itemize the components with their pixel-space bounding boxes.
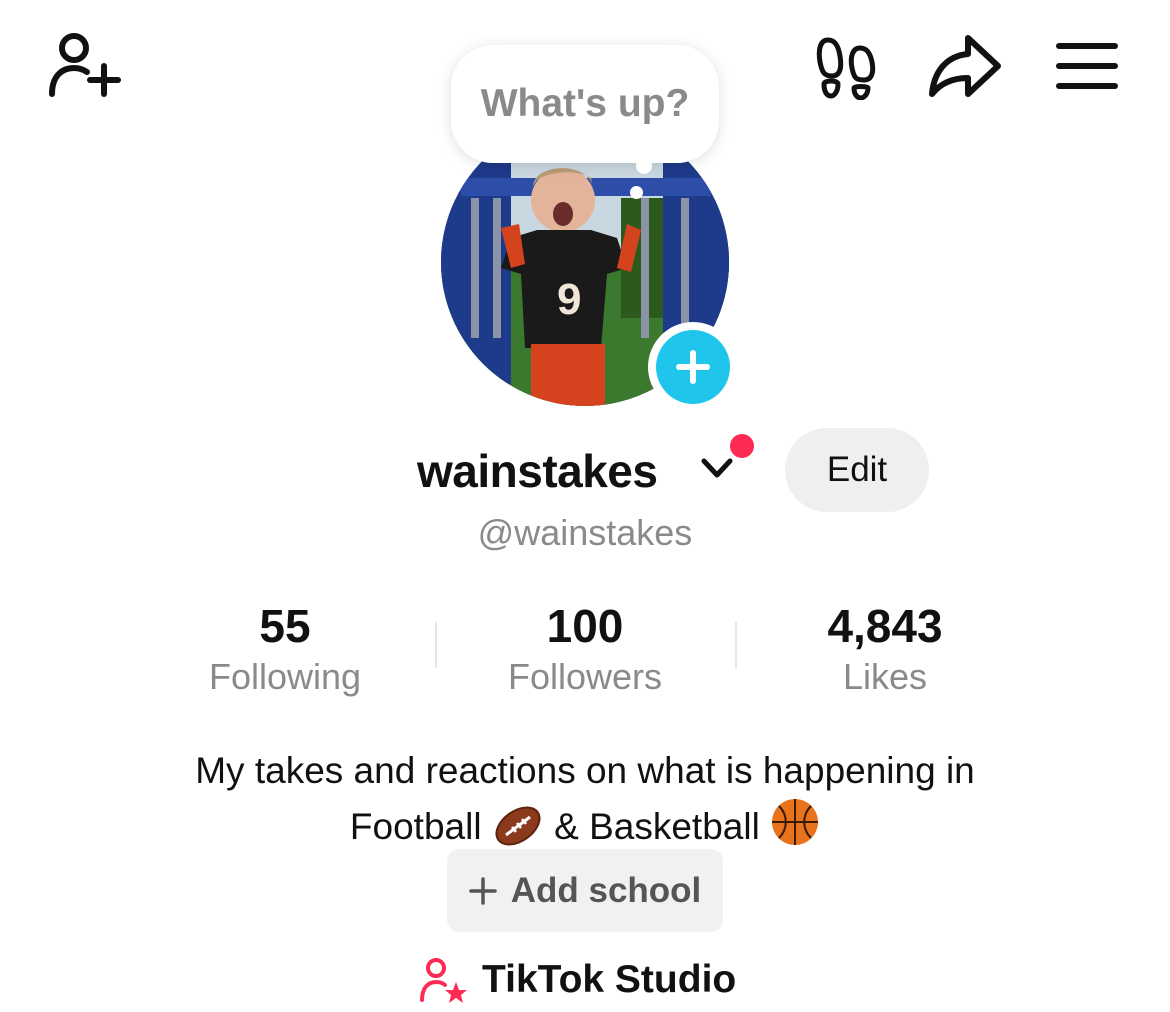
status-bubble-text: What's up? (480, 82, 690, 125)
stat-label: Likes (842, 656, 928, 697)
add-user-icon (49, 33, 121, 97)
basketball-emoji (772, 799, 819, 845)
stat-label: Followers (507, 656, 663, 697)
username[interactable]: wainstakes (417, 438, 658, 504)
menu-button[interactable] (1056, 42, 1118, 90)
profile-bio: My takes and reactions on what is happen… (0, 745, 1170, 853)
edit-profile-button[interactable]: Edit (785, 428, 929, 512)
user-handle: @wainstakes (477, 512, 693, 553)
notification-dot (730, 434, 754, 458)
creator-star-icon (420, 958, 467, 1003)
add-friend-button[interactable] (44, 30, 124, 100)
add-school-button[interactable]: Add school (447, 849, 723, 932)
stat-likes[interactable]: 4,843 Likes (735, 598, 1035, 700)
status-bubble[interactable]: What's up? (451, 45, 719, 163)
stat-followers[interactable]: 100 Followers (435, 598, 735, 700)
account-switcher-button[interactable] (700, 456, 734, 485)
bubble-dot (630, 186, 643, 199)
stat-following[interactable]: 55 Following (135, 598, 435, 700)
tiktok-studio-link[interactable]: TikTok Studio (418, 952, 736, 1008)
add-school-label: Add school (510, 870, 702, 910)
profile-views-button[interactable] (814, 36, 878, 101)
bio-text-football: Football (349, 806, 482, 847)
bio-text-basketball: & Basketball (554, 806, 760, 847)
bio-line-2: Football & Basketball (0, 797, 1170, 853)
bubble-tail (636, 158, 652, 174)
add-avatar-button[interactable] (648, 322, 738, 412)
share-button[interactable] (928, 32, 1002, 100)
footprints-icon (816, 37, 876, 101)
stat-value: 4,843 (827, 600, 943, 652)
stat-value: 55 (259, 600, 311, 652)
american-football-emoji (495, 806, 541, 846)
stat-label: Following (208, 656, 362, 697)
share-icon (929, 35, 1001, 97)
plus-icon (468, 876, 497, 905)
tiktok-studio-label: TikTok Studio (482, 958, 737, 1001)
plus-icon (656, 330, 730, 404)
bio-line-1: My takes and reactions on what is happen… (195, 750, 975, 791)
stat-value: 100 (546, 600, 624, 652)
chevron-down-icon (701, 458, 733, 478)
menu-icon (1056, 43, 1118, 89)
svg-text:9: 9 (557, 275, 581, 324)
